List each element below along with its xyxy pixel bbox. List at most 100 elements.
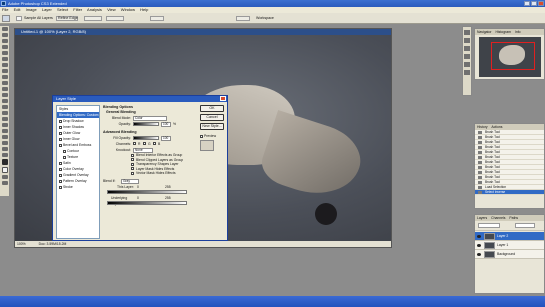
style-checkbox[interactable] xyxy=(59,167,62,171)
tab-layers[interactable]: Layers xyxy=(477,216,487,220)
tab-histogram[interactable]: Histogram xyxy=(495,30,510,34)
layer-row[interactable]: Layer 2 xyxy=(475,232,544,241)
navigator-thumbnail[interactable] xyxy=(479,37,541,77)
path-select-icon[interactable] xyxy=(2,123,8,127)
fill-opacity-slider[interactable] xyxy=(133,136,159,140)
history-item[interactable]: Select Inverse xyxy=(475,190,544,195)
style-checkbox[interactable] xyxy=(59,119,62,123)
brushes-panel-icon[interactable] xyxy=(464,62,470,67)
style-item-13[interactable]: Stroke xyxy=(57,184,99,190)
tab-history[interactable]: History xyxy=(477,125,488,129)
background-color-swatch[interactable] xyxy=(2,167,8,173)
clone-source-panel-icon[interactable] xyxy=(464,70,470,75)
advanced-option-checkbox[interactable] xyxy=(131,171,134,175)
lasso-tool-icon[interactable] xyxy=(2,39,8,43)
minimize-button[interactable] xyxy=(524,1,530,6)
dialog-close-icon[interactable] xyxy=(220,96,226,101)
advanced-option-checkbox[interactable] xyxy=(131,153,134,157)
pen-tool-icon[interactable] xyxy=(2,111,8,115)
opacity-input[interactable]: 100 xyxy=(161,122,171,127)
eraser-tool-icon[interactable] xyxy=(2,87,8,91)
foreground-color-swatch[interactable] xyxy=(2,159,8,165)
adjustments-panel-icon[interactable] xyxy=(464,54,470,59)
style-checkbox[interactable] xyxy=(59,125,62,129)
layer-row[interactable]: Layer 1 xyxy=(475,241,544,250)
workspace-menu[interactable]: Workspace xyxy=(256,16,274,21)
layer-blend-mode-select[interactable] xyxy=(478,223,500,228)
swatches-panel-icon[interactable] xyxy=(464,38,470,43)
advanced-option-checkbox[interactable] xyxy=(131,162,134,166)
layer-opacity-field[interactable] xyxy=(515,223,535,228)
dodge-tool-icon[interactable] xyxy=(2,105,8,109)
bridge-button[interactable] xyxy=(236,16,250,21)
move-tool-icon[interactable] xyxy=(2,27,8,31)
marquee-tool-icon[interactable] xyxy=(2,33,8,37)
crop-tool-icon[interactable] xyxy=(2,51,8,55)
options-button-3[interactable] xyxy=(106,16,124,21)
underlying-layer-slider[interactable] xyxy=(107,200,187,205)
navigator-view-box[interactable] xyxy=(491,42,535,70)
advanced-option-checkbox[interactable] xyxy=(131,167,134,170)
channel-r-checkbox[interactable] xyxy=(133,142,136,145)
quick-select-tool-icon[interactable] xyxy=(2,45,8,49)
menu-file[interactable]: File xyxy=(2,7,8,12)
channel-b-checkbox[interactable] xyxy=(153,142,156,145)
zoom-tool-icon[interactable] xyxy=(2,153,8,157)
tab-channels[interactable]: Channels xyxy=(491,216,505,220)
style-checkbox[interactable] xyxy=(59,179,62,183)
tab-paths[interactable]: Paths xyxy=(509,216,518,220)
sample-layers-checkbox[interactable] xyxy=(16,16,22,21)
preview-option[interactable]: Preview xyxy=(200,133,216,139)
color-panel-icon[interactable] xyxy=(464,30,470,35)
advanced-option-4[interactable]: Vector Mask Hides Effects xyxy=(103,171,195,176)
menu-edit[interactable]: Edit xyxy=(14,7,21,12)
style-checkbox[interactable] xyxy=(59,161,62,165)
slice-tool-icon[interactable] xyxy=(2,57,8,61)
healing-brush-icon[interactable] xyxy=(2,63,8,67)
style-checkbox[interactable] xyxy=(63,155,66,159)
style-checkbox[interactable] xyxy=(59,143,62,147)
shape-tool-icon[interactable] xyxy=(2,129,8,133)
notes-tool-icon[interactable] xyxy=(2,135,8,139)
eyedropper-icon[interactable] xyxy=(2,141,8,145)
menu-analysis[interactable]: Analysis xyxy=(87,7,102,12)
gradient-tool-icon[interactable] xyxy=(2,93,8,97)
tool-preset-icon[interactable] xyxy=(2,15,10,22)
quick-mask-icon[interactable] xyxy=(2,175,8,179)
options-button-2[interactable] xyxy=(84,16,102,21)
menu-layer[interactable]: Layer xyxy=(42,7,52,12)
screen-mode-icon[interactable] xyxy=(2,181,8,185)
layer-row[interactable]: Background xyxy=(475,250,544,259)
history-brush-icon[interactable] xyxy=(2,81,8,85)
layer-visibility-eye-icon[interactable] xyxy=(477,253,481,256)
style-checkbox[interactable] xyxy=(59,185,62,189)
hand-tool-icon[interactable] xyxy=(2,147,8,151)
menu-help[interactable]: Help xyxy=(140,7,148,12)
brush-tool-icon[interactable] xyxy=(2,69,8,73)
layer-visibility-eye-icon[interactable] xyxy=(477,235,481,238)
blur-tool-icon[interactable] xyxy=(2,99,8,103)
tab-actions[interactable]: Actions xyxy=(491,125,502,129)
channel-g-checkbox[interactable] xyxy=(143,142,146,145)
ok-button[interactable]: OK xyxy=(200,105,224,112)
type-tool-icon[interactable] xyxy=(2,117,8,121)
style-checkbox[interactable] xyxy=(59,137,62,141)
menu-filter[interactable]: Filter xyxy=(73,7,82,12)
cancel-button[interactable]: Cancel xyxy=(200,114,224,121)
advanced-option-checkbox[interactable] xyxy=(131,158,134,161)
menu-window[interactable]: Window xyxy=(121,7,135,12)
styles-panel-icon[interactable] xyxy=(464,46,470,51)
layer-visibility-eye-icon[interactable] xyxy=(477,244,481,247)
tab-info[interactable]: Info xyxy=(515,30,521,34)
this-layer-slider[interactable] xyxy=(107,189,187,194)
doc-size-info[interactable]: Doc: 3.59M/15.2M xyxy=(39,242,67,246)
style-checkbox[interactable] xyxy=(59,173,62,177)
preview-checkbox[interactable] xyxy=(200,134,203,138)
tab-navigator[interactable]: Navigator xyxy=(477,30,492,34)
menu-view[interactable]: View xyxy=(107,7,116,12)
new-style-button[interactable]: New Style... xyxy=(200,123,224,130)
style-checkbox[interactable] xyxy=(63,149,66,153)
close-button[interactable] xyxy=(538,1,544,6)
menu-select[interactable]: Select xyxy=(57,7,68,12)
opacity-slider[interactable] xyxy=(133,122,159,126)
